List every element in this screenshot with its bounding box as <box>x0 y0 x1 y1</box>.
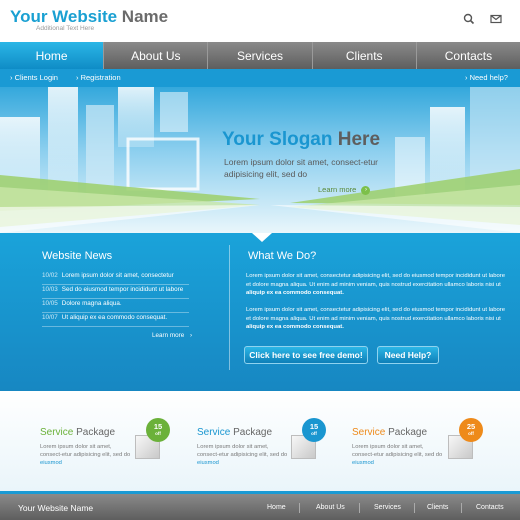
footer: Your Website Name Home About Us Services… <box>0 491 520 520</box>
footer-divider <box>359 503 360 513</box>
package-title: Service Package <box>197 427 272 438</box>
what-paragraph-1-text: Lorem ipsum dolor sit amet, consectetur … <box>246 273 505 288</box>
what-paragraph-2-bold: aliquip ex ea commodo consequat. <box>246 324 344 331</box>
footer-link-clients[interactable]: Clients <box>427 504 448 511</box>
news-text: Sed do eiusmod tempor incididunt ut labo… <box>61 286 184 293</box>
news-item[interactable]: 10/05 Dolore magna aliqua. <box>42 300 189 313</box>
package-title-rest: Package <box>233 427 273 438</box>
package-text: Lorem ipsum dolor sit amet, consect-etur… <box>197 443 289 467</box>
news-learn-more-link[interactable]: Learn more › <box>152 332 192 339</box>
discount-badge: 15 off <box>302 418 326 442</box>
footer-site-name: Your Website Name <box>18 503 94 513</box>
news-date: 10/02 <box>42 272 58 279</box>
badge-unit: off <box>311 431 317 436</box>
slogan-secondary: Here <box>337 129 381 150</box>
need-help-button[interactable]: Need Help? <box>377 346 439 364</box>
slogan-primary: Your Slogan <box>222 129 333 150</box>
footer-divider <box>414 503 415 513</box>
site-logo[interactable]: Your Website Name <box>10 8 168 26</box>
news-date: 10/07 <box>42 314 58 321</box>
chevron-right-icon: › <box>189 332 193 339</box>
discount-badge: 25 off <box>459 418 483 442</box>
badge-unit: off <box>155 431 161 436</box>
site-tagline: Additional Text Here <box>36 25 95 32</box>
logo-text-secondary: Name <box>121 7 169 26</box>
what-paragraph-1-bold: aliquip ex ea commodo consequat. <box>246 290 344 297</box>
subnav-registration-label: Registration <box>80 73 121 82</box>
hero-learn-more-link[interactable]: Learn more › <box>318 185 371 195</box>
news-date: 10/03 <box>42 286 58 293</box>
hero-slogan: Your Slogan Here <box>222 129 380 151</box>
package-text: Lorem ipsum dolor sit amet, consect-etur… <box>352 443 444 467</box>
package-title: Service Package <box>40 427 115 438</box>
column-divider <box>229 245 230 370</box>
news-item[interactable]: 10/07 Ut aliquip ex ea commodo consequat. <box>42 314 189 327</box>
package-title: Service Package <box>352 427 427 438</box>
package-title-rest: Package <box>388 427 428 438</box>
nav-services[interactable]: Services <box>208 42 313 69</box>
logo-text-primary: Your Website <box>10 7 118 26</box>
discount-badge: 15 off <box>146 418 170 442</box>
mail-icon[interactable] <box>489 12 503 26</box>
subnav-need-help[interactable]: › Need help? <box>465 73 508 82</box>
what-paragraph-2-text: Lorem ipsum dolor sit amet, consectetur … <box>246 307 505 322</box>
main-nav: Home About Us Services Clients Contacts <box>0 42 520 69</box>
package-title-accent: Service <box>40 427 74 438</box>
news-text: Ut aliquip ex ea commodo consequat. <box>61 314 168 321</box>
what-paragraph-1: Lorem ipsum dolor sit amet, consectetur … <box>246 272 506 298</box>
package-more-link[interactable]: eiusmod <box>197 460 219 466</box>
news-date: 10/05 <box>42 300 58 307</box>
hero-text: Lorem ipsum dolor sit amet, consect-etur… <box>224 157 379 179</box>
footer-divider <box>299 503 300 513</box>
footer-link-contacts[interactable]: Contacts <box>476 504 504 511</box>
search-icon[interactable] <box>462 12 476 26</box>
badge-value: 25 <box>466 422 476 431</box>
badge-value: 15 <box>153 422 163 431</box>
package-more-link[interactable]: eiusmod <box>352 460 374 466</box>
what-we-do-title: What We Do? <box>248 250 317 262</box>
news-title: Website News <box>42 250 113 262</box>
section-notch <box>252 233 272 242</box>
hero-banner: Your Slogan Here Lorem ipsum dolor sit a… <box>0 87 520 233</box>
services-section <box>0 391 520 491</box>
subnav-registration[interactable]: › Registration <box>76 73 121 82</box>
news-learn-more-label: Learn more <box>152 332 185 339</box>
package-text: Lorem ipsum dolor sit amet, consect-etur… <box>40 443 132 467</box>
news-item[interactable]: 10/03 Sed do eiusmod tempor incididunt ut… <box>42 286 189 299</box>
nav-about-us[interactable]: About Us <box>104 42 209 69</box>
hero-learn-more-label: Learn more <box>318 185 357 194</box>
news-text: Lorem ipsum dolor sit amet, consectetur <box>61 272 174 279</box>
nav-clients[interactable]: Clients <box>313 42 417 69</box>
news-text: Dolore magna aliqua. <box>61 300 122 307</box>
header: Your Website Name Additional Text Here <box>0 0 520 42</box>
package-text-body: Lorem ipsum dolor sit amet, consect-etur… <box>197 444 288 458</box>
footer-link-services[interactable]: Services <box>374 504 401 511</box>
arrow-right-icon: › <box>361 185 371 195</box>
badge-value: 15 <box>309 422 319 431</box>
subnav-clients-login[interactable]: › Clients Login <box>10 73 58 82</box>
nav-contacts[interactable]: Contacts <box>417 42 520 69</box>
footer-link-about-us[interactable]: About Us <box>316 504 345 511</box>
nav-home[interactable]: Home <box>0 42 105 69</box>
package-title-accent: Service <box>197 427 231 438</box>
free-demo-button[interactable]: Click here to see free demo! <box>244 346 368 364</box>
what-paragraph-2: Lorem ipsum dolor sit amet, consectetur … <box>246 306 506 332</box>
footer-divider <box>461 503 462 513</box>
footer-link-home[interactable]: Home <box>267 504 286 511</box>
package-more-link[interactable]: eiusmod <box>40 460 62 466</box>
subnav-need-help-label: Need help? <box>469 73 508 82</box>
package-text-body: Lorem ipsum dolor sit amet, consect-etur… <box>40 444 131 458</box>
package-text-body: Lorem ipsum dolor sit amet, consect-etur… <box>352 444 443 458</box>
package-title-accent: Service <box>352 427 386 438</box>
badge-unit: off <box>468 431 474 436</box>
package-title-rest: Package <box>76 427 116 438</box>
news-item[interactable]: 10/02 Lorem ipsum dolor sit amet, consect… <box>42 272 189 285</box>
sub-nav: › Clients Login › Registration › Need he… <box>0 69 520 87</box>
subnav-clients-login-label: Clients Login <box>14 73 58 82</box>
